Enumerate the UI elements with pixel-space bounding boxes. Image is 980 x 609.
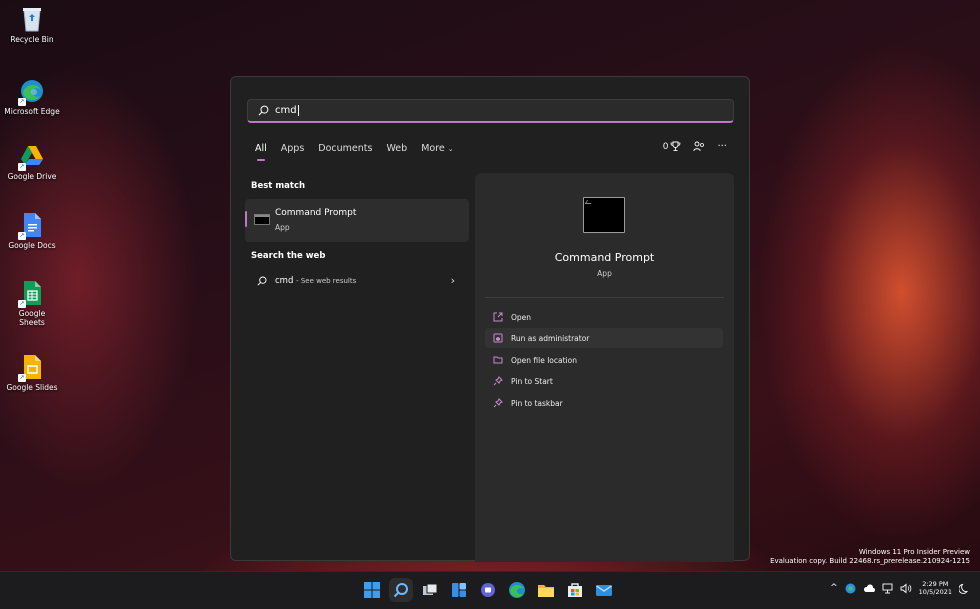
tab-more[interactable]: More ⌄ [421, 143, 453, 154]
security-shield-icon[interactable] [845, 583, 856, 594]
tab-apps[interactable]: Apps [281, 143, 305, 154]
action-pin-to-taskbar[interactable]: Pin to taskbar [485, 393, 723, 413]
action-label: Pin to Start [511, 376, 553, 386]
open-icon [493, 312, 503, 322]
desktop-icon-label: Google Drive [7, 172, 57, 181]
shortcut-arrow-icon: ↗ [18, 163, 26, 171]
widgets-icon[interactable] [450, 581, 468, 599]
tab-all[interactable]: All [255, 143, 267, 161]
desktop-icon-google-docs[interactable]: ↗ Google Docs [4, 212, 60, 250]
admin-shield-icon [493, 333, 503, 343]
text-caret [297, 105, 299, 116]
shortcut-arrow-icon: ↗ [18, 232, 26, 240]
google-sheets-icon: ↗ [18, 280, 44, 308]
chevron-right-icon[interactable]: › [451, 274, 455, 287]
start-icon[interactable] [363, 581, 381, 599]
teams-chat-icon[interactable] [479, 581, 497, 599]
watermark-line-1: Windows 11 Pro Insider Preview [858, 548, 970, 556]
clock-time: 2:29 PM [922, 580, 949, 588]
web-search-result[interactable]: cmd - See web results › [245, 271, 469, 293]
more-options-icon[interactable]: ··· [717, 141, 727, 152]
search-web-heading: Search the web [251, 251, 326, 261]
details-pane: Command Prompt App Open Run as administr… [475, 173, 734, 562]
details-app-type: App [597, 269, 612, 278]
action-label: Open file location [511, 355, 577, 365]
account-icon[interactable] [693, 141, 705, 152]
desktop-icon-label: Microsoft Edge [4, 107, 60, 116]
action-label: Pin to taskbar [511, 398, 563, 408]
notifications-moon-icon[interactable] [959, 583, 970, 594]
action-open[interactable]: Open [485, 307, 723, 327]
rewards-button[interactable]: 0 [663, 141, 682, 152]
rewards-count: 0 [662, 141, 669, 152]
clock-date: 10/5/2021 [918, 588, 952, 596]
trophy-icon [671, 141, 681, 151]
desktop-icon-edge[interactable]: ↗ Microsoft Edge [4, 78, 60, 116]
edge-icon: ↗ [18, 78, 44, 106]
evaluation-watermark: Windows 11 Pro Insider Preview Evaluatio… [770, 548, 970, 566]
watermark-line-2: Evaluation copy. Build 22468.rs_prerelea… [770, 557, 970, 565]
desktop-icon-google-drive[interactable]: ↗ Google Drive [4, 143, 60, 181]
web-result-text: cmd - See web results [275, 276, 356, 286]
result-type: App [275, 223, 290, 232]
result-name: Command Prompt [275, 208, 357, 218]
volume-icon[interactable] [900, 583, 912, 594]
desktop-icon-label: Google Docs [8, 241, 56, 250]
filter-tabs: All Apps Documents Web More ⌄ [255, 143, 454, 161]
task-view-icon[interactable] [421, 581, 439, 599]
desktop-icon-label: Recycle Bin [10, 35, 54, 44]
search-icon [258, 105, 269, 116]
divider [485, 297, 724, 298]
chevron-up-icon[interactable]: ^ [830, 583, 838, 593]
search-icon [257, 276, 267, 286]
best-match-result[interactable]: Command Prompt App [245, 199, 469, 242]
selection-indicator [245, 211, 247, 227]
network-icon[interactable] [882, 583, 893, 594]
best-match-heading: Best match [251, 181, 306, 191]
edge-icon[interactable] [508, 581, 526, 599]
details-app-name: Command Prompt [554, 251, 655, 264]
action-open-file-location[interactable]: Open file location [485, 350, 723, 370]
search-query-text: cmd [275, 105, 297, 116]
google-slides-icon: ↗ [18, 354, 44, 382]
desktop-icon-google-sheets[interactable]: ↗ Google Sheets [4, 280, 60, 327]
onedrive-cloud-icon[interactable] [863, 583, 875, 593]
tab-web[interactable]: Web [386, 143, 407, 154]
system-tray: ^ 2:29 PM 10/5/2021 [830, 580, 970, 596]
pin-icon [493, 376, 503, 386]
action-label: Run as administrator [511, 333, 590, 343]
desktop-icon-label: Google Slides [6, 383, 58, 392]
action-run-as-administrator[interactable]: Run as administrator [485, 328, 723, 348]
mail-icon[interactable] [595, 581, 613, 599]
pin-icon [493, 398, 503, 408]
microsoft-store-icon[interactable] [566, 581, 584, 599]
google-docs-icon: ↗ [18, 212, 44, 240]
tab-more-label: More [421, 143, 445, 154]
web-result-suffix: - See web results [296, 277, 357, 285]
command-prompt-icon [583, 197, 625, 233]
folder-icon [493, 355, 503, 365]
shortcut-arrow-icon: ↗ [18, 300, 26, 308]
shortcut-arrow-icon: ↗ [18, 98, 26, 106]
command-prompt-icon [254, 214, 270, 225]
desktop-icon-label: Google Sheets [18, 309, 46, 327]
desktop-icon-google-slides[interactable]: ↗ Google Slides [4, 354, 60, 392]
chevron-down-icon: ⌄ [447, 145, 454, 153]
search-panel: cmd All Apps Documents Web More ⌄ 0 ··· … [230, 76, 750, 562]
search-icon[interactable] [392, 581, 410, 599]
web-query: cmd [275, 276, 294, 286]
recycle-bin-icon [20, 6, 44, 32]
google-drive-icon: ↗ [18, 143, 44, 171]
action-label: Open [511, 312, 532, 322]
search-input[interactable]: cmd [247, 99, 734, 123]
taskbar-apps [363, 581, 613, 599]
shortcut-arrow-icon: ↗ [18, 374, 26, 382]
action-pin-to-start[interactable]: Pin to Start [485, 371, 723, 391]
desktop-icon-recycle-bin[interactable]: Recycle Bin [4, 6, 60, 44]
tab-documents[interactable]: Documents [318, 143, 372, 154]
clock[interactable]: 2:29 PM 10/5/2021 [919, 580, 952, 596]
taskbar: ^ 2:29 PM 10/5/2021 [0, 571, 980, 609]
file-explorer-icon[interactable] [537, 581, 555, 599]
search-toolbar: 0 ··· [663, 141, 727, 152]
